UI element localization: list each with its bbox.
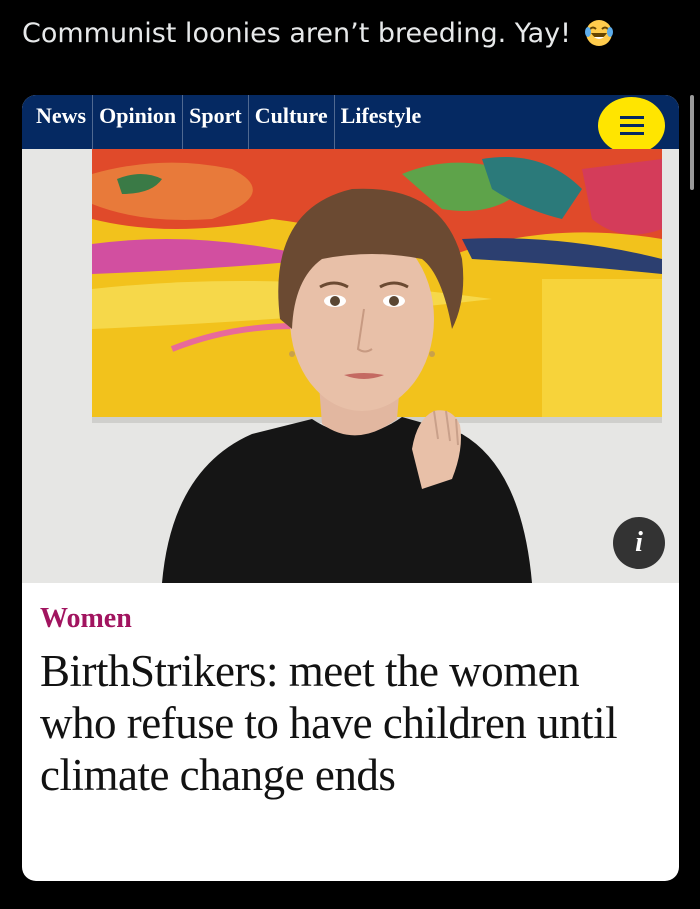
photo-info-button[interactable]: i — [613, 517, 665, 569]
nav-item-opinion[interactable]: Opinion — [93, 95, 184, 149]
scrollbar[interactable] — [690, 95, 694, 190]
hamburger-icon-line — [619, 132, 644, 135]
nav-item-culture[interactable]: Culture — [249, 95, 335, 149]
tweet-text-content: Communist loonies aren’t breeding. Yay! — [22, 18, 571, 49]
nav-item-news[interactable]: News — [22, 95, 94, 149]
section-label[interactable]: Women — [40, 603, 132, 635]
menu-button[interactable] — [598, 97, 665, 154]
article-headline[interactable]: BirthStrikers: meet the women who refuse… — [40, 645, 660, 801]
hamburger-icon-line — [619, 116, 644, 119]
hamburger-icon-line — [619, 124, 644, 127]
tweet-text: Communist loonies aren’t breeding. Yay! — [22, 14, 662, 54]
guardian-navbar: News Opinion Sport Culture Lifestyle — [22, 95, 679, 154]
article-screenshot-card: News Opinion Sport Culture Lifestyle i W… — [22, 95, 679, 881]
article-photo — [22, 149, 679, 583]
laughing-crying-emoji-icon — [584, 20, 613, 46]
nav-item-lifestyle[interactable]: Lifestyle — [335, 95, 428, 149]
portrait-photo-illustration — [22, 149, 679, 583]
nav-item-sport[interactable]: Sport — [183, 95, 249, 149]
